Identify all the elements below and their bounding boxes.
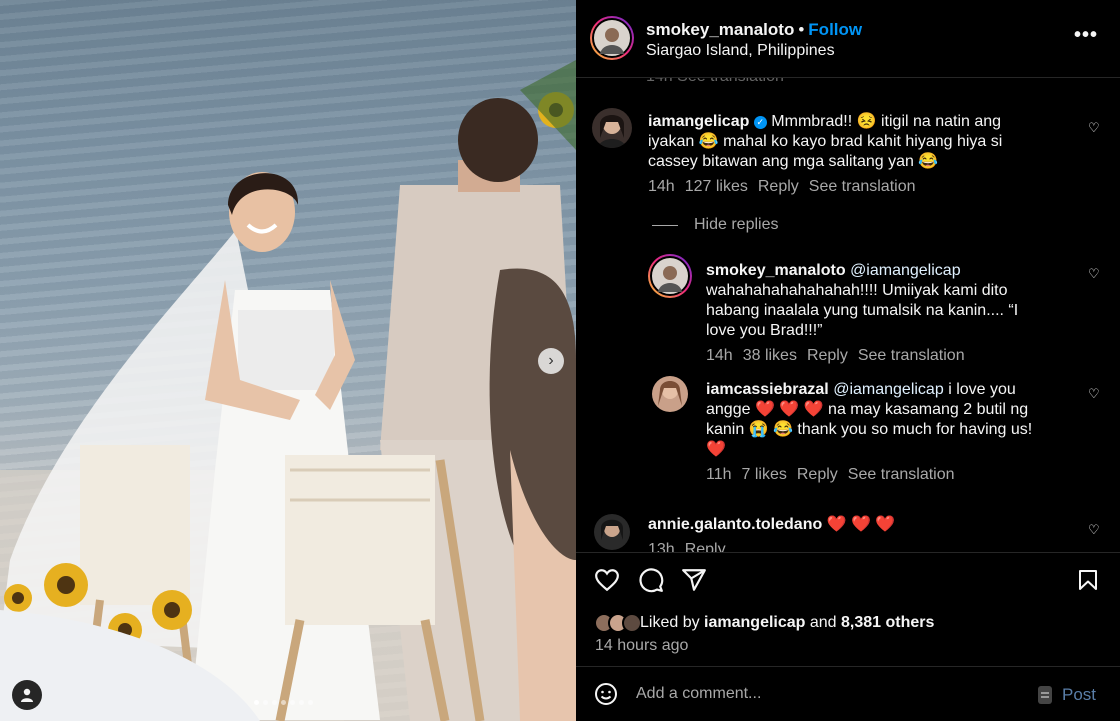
post-sidebar: 14h See translation iamangelicap ✓ Mmmbr… (576, 0, 1120, 721)
post-photo[interactable]: › (0, 0, 576, 721)
reply-button[interactable]: Reply (807, 347, 848, 365)
comment-username[interactable]: iamcassiebrazal (706, 381, 829, 398)
heart-icon[interactable]: ♡ (1088, 266, 1100, 282)
mention-link[interactable]: @iamangelicap (833, 381, 944, 398)
heart-icon[interactable]: ♡ (1088, 120, 1100, 136)
comment: iamangelicap ✓ Mmmbrad!! 😣 itigil na nat… (648, 113, 1003, 196)
liked-by-others[interactable]: 8,381 others (841, 614, 934, 632)
follow-button[interactable]: Follow (808, 20, 862, 39)
post-author: smokey_manaloto • Follow (646, 20, 862, 40)
hide-replies-button[interactable]: Hide replies (652, 216, 778, 234)
reply-button[interactable]: Reply (797, 466, 838, 484)
more-icon[interactable]: ••• (1074, 24, 1098, 47)
comment-input[interactable] (636, 679, 1016, 709)
likes-count[interactable]: 38 likes (743, 347, 797, 365)
reply-button[interactable]: Reply (758, 178, 799, 196)
avatar[interactable] (592, 108, 632, 148)
heart-icon[interactable]: ♡ (1088, 386, 1100, 402)
heart-icon[interactable] (594, 567, 620, 593)
avatar[interactable] (652, 376, 688, 412)
comment: annie.galanto.toledano ❤️ ❤️ ❤️ 13h Repl… (648, 515, 1068, 552)
post-timestamp[interactable]: 14 hours ago (595, 637, 688, 655)
share-icon[interactable] (681, 567, 707, 593)
grammar-extension-icon[interactable] (1038, 686, 1052, 704)
likes-count[interactable]: 127 likes (685, 178, 748, 196)
separator: • (798, 20, 805, 39)
add-comment-bar: Post (576, 666, 1120, 721)
mention-link[interactable]: @iamangelicap (850, 262, 961, 279)
comment-username[interactable]: annie.galanto.toledano (648, 516, 822, 533)
comment-reply: iamcassiebrazal @iamangelicap i love you… (706, 381, 1033, 484)
liker-avatars (594, 613, 642, 633)
wedding-scene (0, 60, 576, 721)
bookmark-icon[interactable] (1076, 567, 1100, 593)
avatar[interactable] (590, 16, 634, 60)
divider (652, 224, 678, 226)
emoji-icon[interactable] (594, 682, 618, 706)
comment-reply: smokey_manaloto @iamangelicap wahahahaha… (706, 262, 1019, 365)
liked-by: Liked by iamangelicap and 8,381 others (594, 613, 934, 633)
heart-icon[interactable]: ♡ (1088, 522, 1100, 538)
comment-username[interactable]: iamangelicap (648, 113, 749, 130)
verified-icon: ✓ (753, 116, 767, 129)
see-translation-button[interactable]: See translation (858, 347, 965, 365)
user-tag-icon[interactable] (12, 680, 42, 710)
comment-username[interactable]: smokey_manaloto (706, 262, 846, 279)
comment-icon[interactable] (638, 567, 664, 593)
reply-button[interactable]: Reply (685, 541, 726, 552)
comments-list[interactable]: 14h See translation iamangelicap ✓ Mmmbr… (576, 60, 1120, 552)
post-header: smokey_manaloto • Follow Siargao Island, P… (576, 0, 1120, 78)
avatar[interactable] (648, 254, 692, 298)
location-link[interactable]: Siargao Island, Philippines (646, 42, 835, 60)
avatar[interactable] (594, 514, 630, 550)
see-translation-button[interactable]: See translation (848, 466, 955, 484)
carousel-dots (254, 700, 313, 705)
liked-by-user[interactable]: iamangelicap (704, 614, 805, 632)
likes-count[interactable]: 7 likes (742, 466, 787, 484)
post-actions: Liked by iamangelicap and 8,381 others 1… (576, 552, 1120, 666)
author-username[interactable]: smokey_manaloto (646, 20, 794, 39)
chevron-right-icon[interactable]: › (538, 348, 564, 374)
post-comment-button[interactable]: Post (1062, 685, 1096, 705)
see-translation-button[interactable]: See translation (809, 178, 916, 196)
